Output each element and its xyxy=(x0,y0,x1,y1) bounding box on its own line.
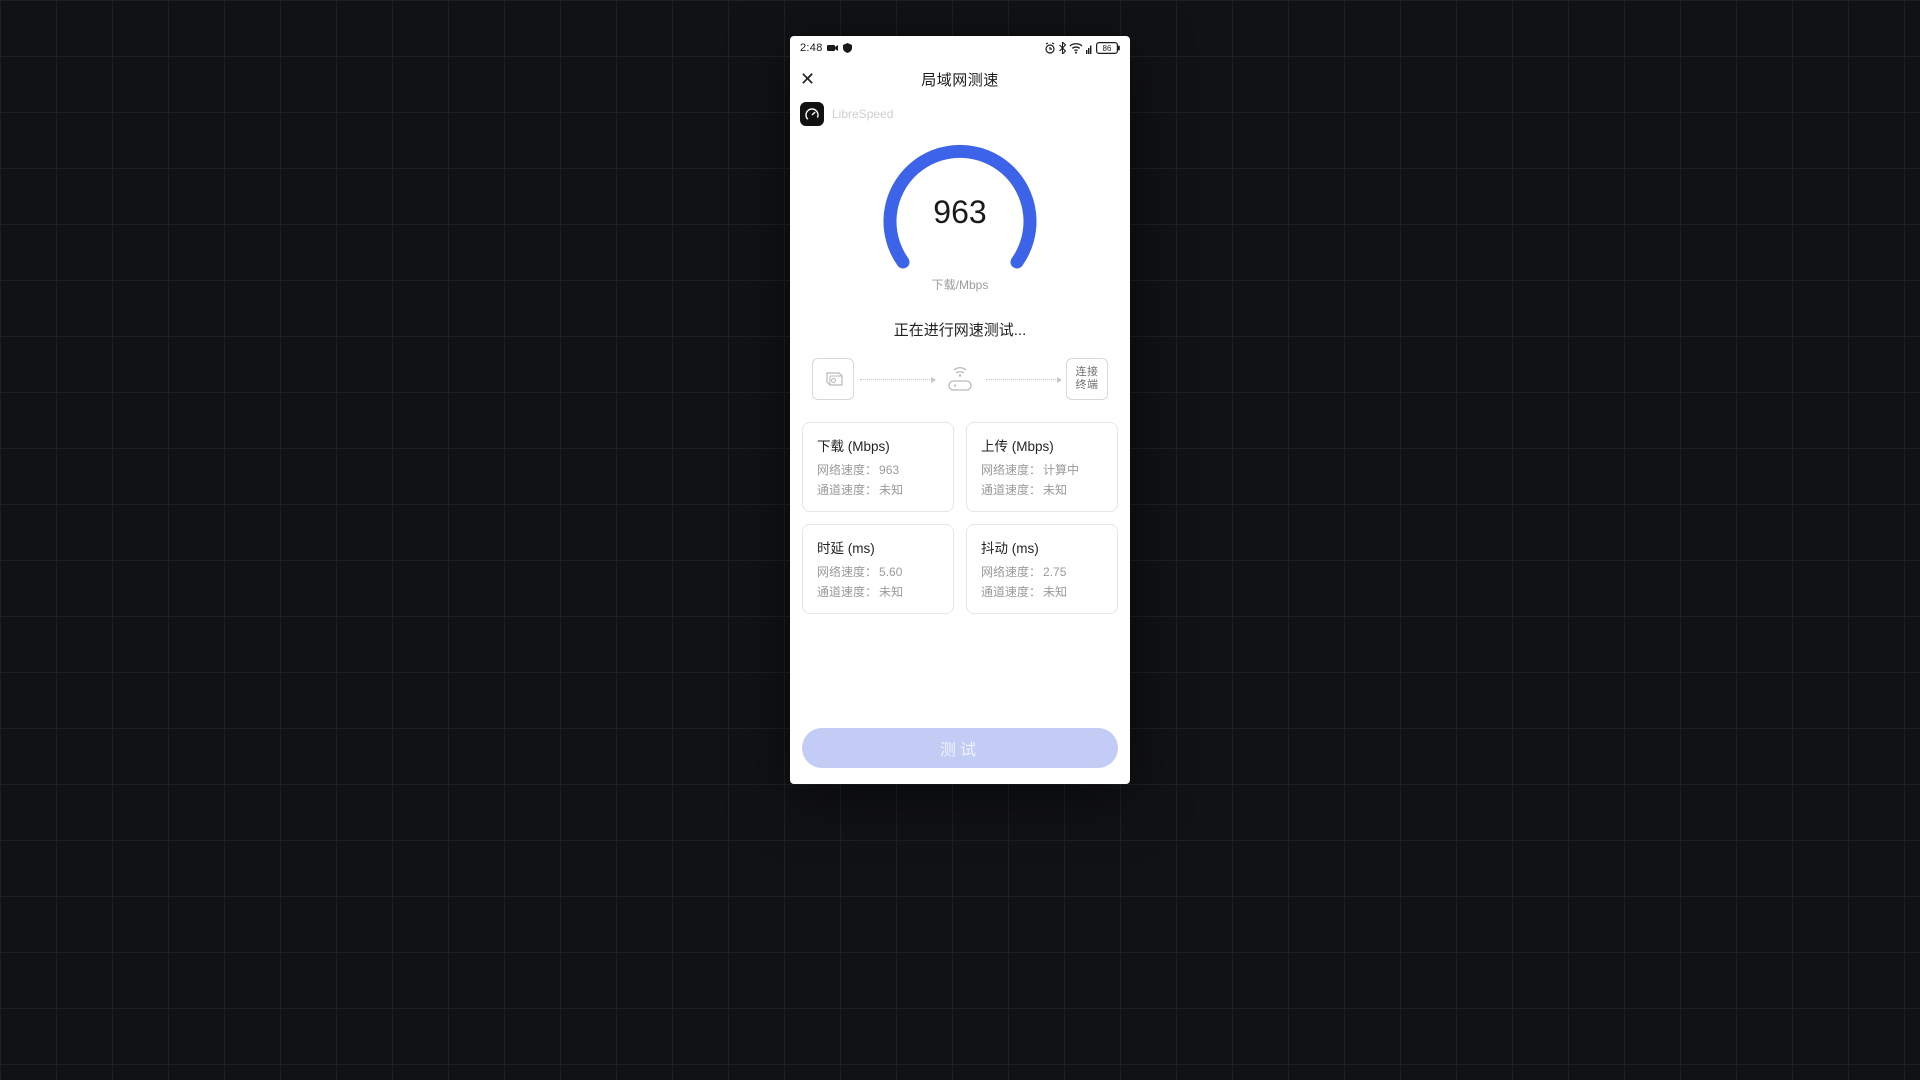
download-chan-row: 通道速度：未知 xyxy=(817,481,939,498)
progress-text: 正在进行网速测试... xyxy=(790,319,1130,340)
librespeed-icon xyxy=(800,102,824,126)
label: 网络速度： xyxy=(817,565,877,579)
svg-text:86: 86 xyxy=(1103,44,1112,53)
battery-icon: 86 xyxy=(1096,42,1120,54)
jitter-chan-row: 通道速度：未知 xyxy=(981,583,1103,600)
status-left: 2:48 xyxy=(800,42,852,54)
camera-icon xyxy=(827,44,839,52)
label: 通道速度： xyxy=(817,483,877,497)
value: 计算中 xyxy=(1043,463,1079,477)
gauge-value: 963 xyxy=(873,194,1047,231)
value: 未知 xyxy=(879,585,903,599)
shield-icon xyxy=(843,43,852,53)
brand-row: LibreSpeed xyxy=(790,98,1130,126)
page-title: 局域网测速 xyxy=(790,69,1130,90)
upload-card: 上传 (Mbps) 网络速度：计算中 通道速度：未知 xyxy=(966,422,1118,512)
alarm-icon xyxy=(1044,42,1056,54)
topo-arrow-1 xyxy=(860,379,934,380)
download-title: 下载 (Mbps) xyxy=(817,435,939,455)
endpoint-box: 连接 终端 xyxy=(1066,358,1108,400)
upload-chan-row: 通道速度：未知 xyxy=(981,481,1103,498)
label: 网络速度： xyxy=(981,565,1041,579)
label: 通道速度： xyxy=(817,585,877,599)
gauge-area: 963 下载/Mbps xyxy=(790,134,1130,293)
title-bar: ✕ 局域网测速 xyxy=(790,60,1130,98)
topo-arrow-2 xyxy=(986,379,1060,380)
upload-net-row: 网络速度：计算中 xyxy=(981,461,1103,478)
jitter-title: 抖动 (ms) xyxy=(981,537,1103,557)
label: 网络速度： xyxy=(981,463,1041,477)
test-button[interactable]: 测试 xyxy=(802,728,1118,768)
metrics-grid: 下载 (Mbps) 网络速度：963 通道速度：未知 上传 (Mbps) 网络速… xyxy=(802,422,1118,614)
value: 未知 xyxy=(1043,585,1067,599)
phone-frame: 2:48 xyxy=(790,36,1130,784)
value: 2.75 xyxy=(1043,565,1066,579)
status-time: 2:48 xyxy=(800,42,823,54)
download-card: 下载 (Mbps) 网络速度：963 通道速度：未知 xyxy=(802,422,954,512)
speed-gauge: 963 xyxy=(873,134,1047,274)
bluetooth-icon xyxy=(1059,42,1066,54)
topology-diagram: 连接 终端 xyxy=(812,358,1108,400)
value: 未知 xyxy=(1043,483,1067,497)
jitter-net-row: 网络速度：2.75 xyxy=(981,563,1103,580)
value: 963 xyxy=(879,463,899,477)
latency-card: 时延 (ms) 网络速度：5.60 通道速度：未知 xyxy=(802,524,954,614)
status-right: 86 xyxy=(1044,42,1120,54)
router-icon xyxy=(940,359,980,399)
server-icon xyxy=(812,358,854,400)
label: 网络速度： xyxy=(817,463,877,477)
wifi-icon xyxy=(1069,43,1083,54)
label: 通道速度： xyxy=(981,585,1041,599)
gauge-unit: 下载/Mbps xyxy=(932,276,989,293)
value: 未知 xyxy=(879,483,903,497)
jitter-card: 抖动 (ms) 网络速度：2.75 通道速度：未知 xyxy=(966,524,1118,614)
latency-chan-row: 通道速度：未知 xyxy=(817,583,939,600)
upload-title: 上传 (Mbps) xyxy=(981,435,1103,455)
download-net-row: 网络速度：963 xyxy=(817,461,939,478)
latency-title: 时延 (ms) xyxy=(817,537,939,557)
label: 通道速度： xyxy=(981,483,1041,497)
status-bar: 2:48 xyxy=(790,36,1130,60)
value: 5.60 xyxy=(879,565,902,579)
signal-icon xyxy=(1086,43,1093,54)
brand-label: LibreSpeed xyxy=(832,107,893,121)
latency-net-row: 网络速度：5.60 xyxy=(817,563,939,580)
